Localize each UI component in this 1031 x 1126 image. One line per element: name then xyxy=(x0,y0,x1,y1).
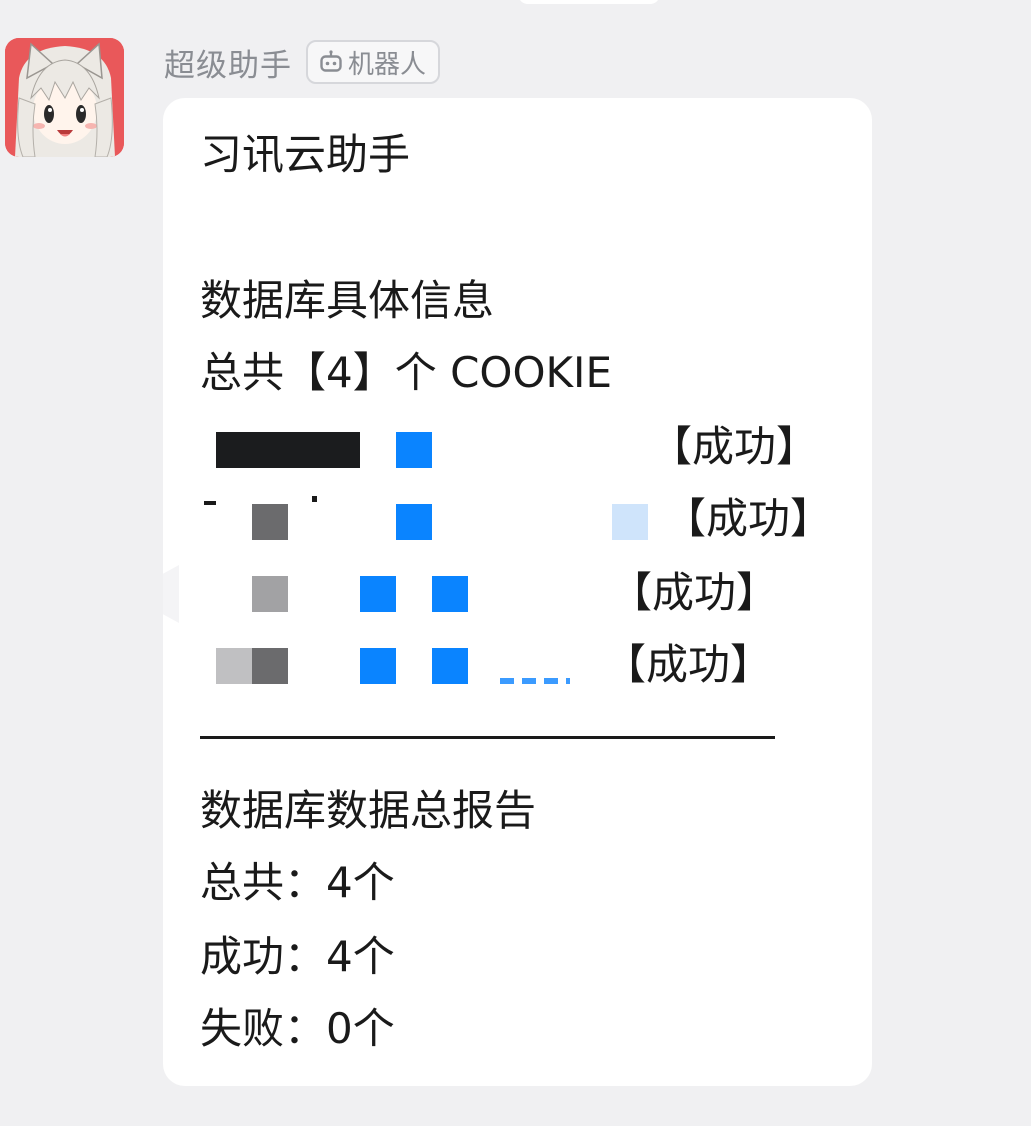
avatar[interactable] xyxy=(5,38,124,157)
anime-cat-girl-avatar-icon xyxy=(5,38,124,157)
redaction-block xyxy=(252,648,288,684)
sender-name[interactable]: 超级助手 xyxy=(164,40,292,85)
redaction-fragment xyxy=(204,501,216,505)
section-heading-db-info: 数据库具体信息 xyxy=(200,276,495,325)
entry-status: 【成功】 xyxy=(610,568,779,617)
bubble-side-notch xyxy=(163,565,179,623)
bot-badge: 机器人 xyxy=(306,40,441,84)
entry-status: 【成功】 xyxy=(604,640,773,689)
message-title: 习讯云助手 xyxy=(200,130,411,179)
entry-status: 【成功】 xyxy=(650,422,819,471)
cookie-total-line: 总共【4】个 COOKIE xyxy=(200,348,612,397)
redaction-block xyxy=(252,504,288,540)
redaction-block xyxy=(252,576,288,612)
divider xyxy=(200,736,775,739)
top-pill xyxy=(518,0,660,4)
redaction-block xyxy=(396,432,432,468)
summary-success: 成功：4个 xyxy=(200,932,395,981)
bot-badge-label: 机器人 xyxy=(348,49,427,80)
robot-icon xyxy=(320,50,342,72)
entry-status: 【成功】 xyxy=(664,494,833,543)
summary-total: 总共：4个 xyxy=(200,858,395,907)
summary-failed: 失败：0个 xyxy=(200,1004,395,1053)
redaction-block xyxy=(360,648,396,684)
sender-row: 超级助手 机器人 xyxy=(164,38,441,86)
redaction-block xyxy=(216,648,252,684)
redaction-block xyxy=(360,576,396,612)
report-heading: 数据库数据总报告 xyxy=(200,786,537,835)
redaction-block xyxy=(216,432,360,468)
redaction-fragment xyxy=(500,678,570,684)
redaction-block xyxy=(612,504,648,540)
redaction-block xyxy=(432,576,468,612)
redaction-fragment xyxy=(312,496,317,502)
redaction-block xyxy=(432,648,468,684)
redaction-block xyxy=(396,504,432,540)
